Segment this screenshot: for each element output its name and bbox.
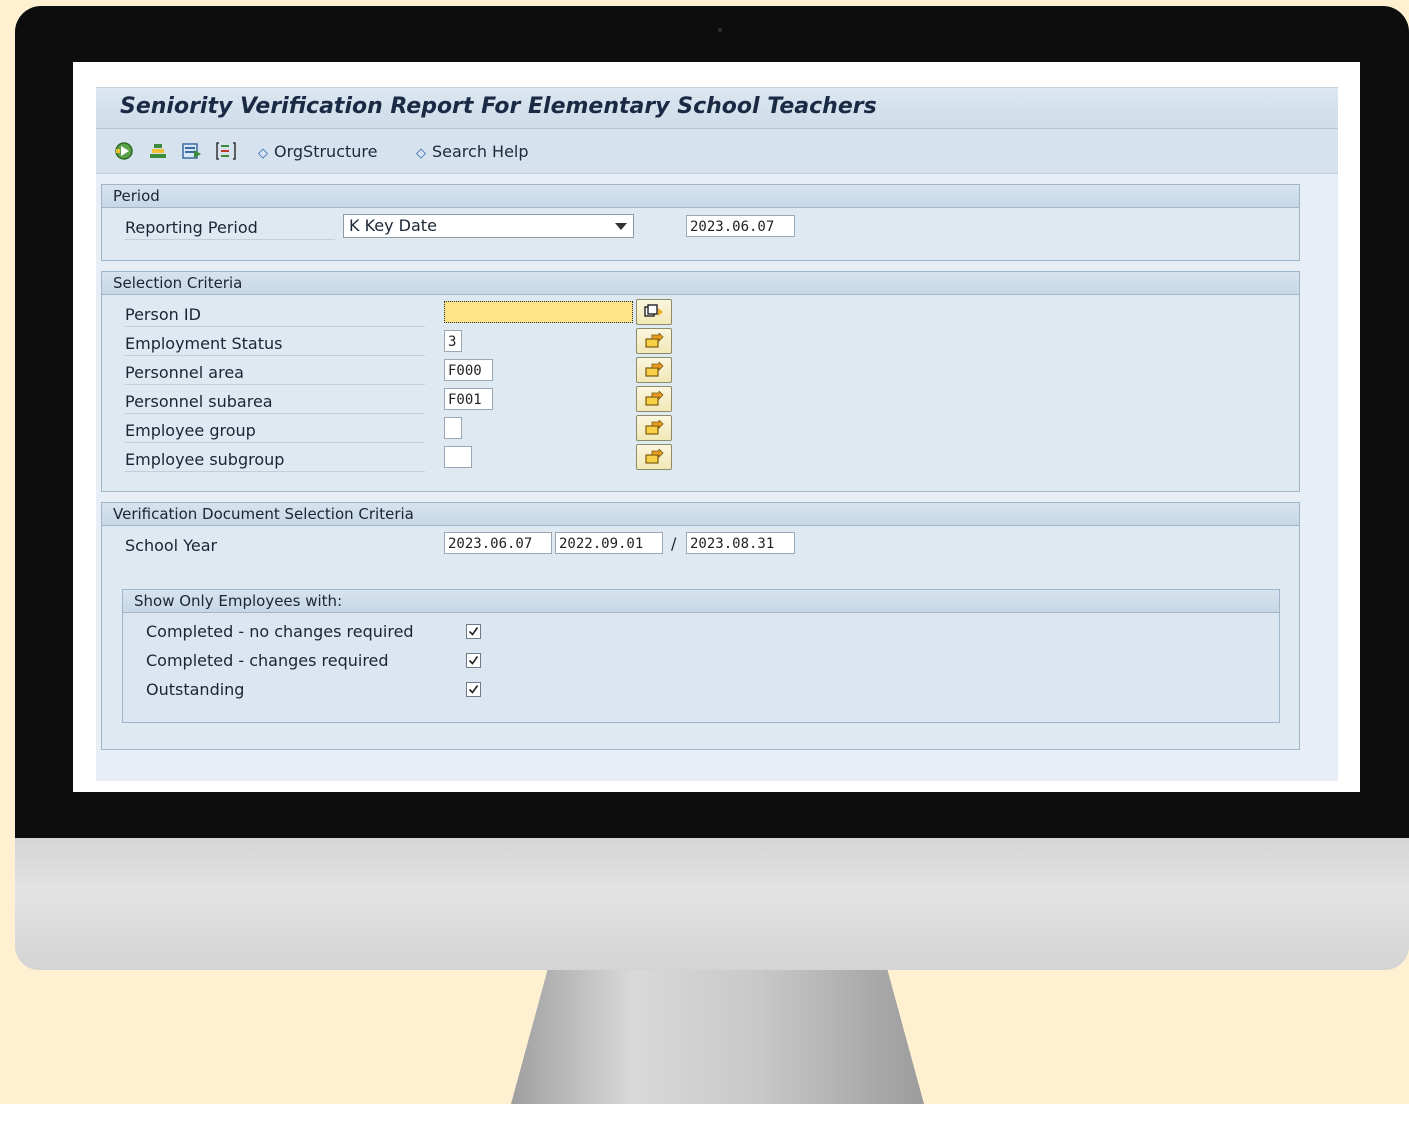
show-only-group: Show Only Employees with: Completed - no… (122, 589, 1280, 723)
multiple-selection-arrow-icon (645, 449, 664, 464)
employee-group-label: Employee group (125, 421, 425, 443)
employment-status-field[interactable]: 3 (444, 330, 462, 352)
selection-options-icon[interactable] (215, 140, 237, 162)
school-year-key-field[interactable]: 2023.06.07 (444, 532, 552, 554)
employment-status-label: Employment Status (125, 334, 425, 356)
reporting-period-label: Reporting Period (125, 218, 335, 240)
completed-changes-checkbox[interactable] (466, 653, 481, 668)
checkmark-icon (468, 656, 479, 665)
chevron-down-icon (615, 223, 627, 230)
checkmark-icon (468, 685, 479, 694)
diamond-icon: ◇ (258, 146, 268, 161)
completed-no-changes-label: Completed - no changes required (146, 622, 414, 641)
selection-criteria-group: Selection Criteria Person ID Employment … (101, 271, 1300, 492)
school-year-from-field[interactable]: 2022.09.01 (555, 532, 663, 554)
personnel-area-field[interactable]: F000 (444, 359, 493, 381)
monitor-chin (15, 838, 1409, 970)
monitor-stand (505, 970, 930, 1126)
selection-criteria-header: Selection Criteria (102, 272, 1299, 295)
period-group-header: Period (102, 185, 1299, 208)
show-only-header: Show Only Employees with: (123, 590, 1279, 613)
variants-icon[interactable] (147, 140, 169, 162)
multiple-selection-icon (644, 304, 663, 317)
camera-dot (718, 28, 722, 32)
reporting-period-dropdown[interactable]: K Key Date (343, 214, 634, 238)
person-id-label: Person ID (125, 305, 425, 327)
diamond-icon: ◇ (416, 146, 426, 161)
key-date-field[interactable]: 2023.06.07 (686, 215, 795, 237)
employment-status-multiple-selection-button[interactable] (636, 328, 672, 354)
school-year-label: School Year (125, 536, 218, 555)
employee-group-field[interactable] (444, 417, 462, 439)
multiple-selection-arrow-icon (645, 333, 664, 348)
completed-no-changes-checkbox[interactable] (466, 624, 481, 639)
reporting-period-value: K Key Date (349, 216, 437, 235)
employee-subgroup-label: Employee subgroup (125, 450, 425, 472)
get-variant-icon[interactable] (181, 140, 203, 162)
execute-icon[interactable] (113, 140, 135, 162)
multiple-selection-arrow-icon (645, 391, 664, 406)
personnel-area-multiple-selection-button[interactable] (636, 357, 672, 383)
personnel-subarea-multiple-selection-button[interactable] (636, 386, 672, 412)
completed-changes-label: Completed - changes required (146, 651, 389, 670)
checkmark-icon (468, 627, 479, 636)
search-help-label: Search Help (432, 142, 529, 161)
personnel-area-label: Personnel area (125, 363, 425, 385)
school-year-to-field[interactable]: 2023.08.31 (686, 532, 795, 554)
orgstructure-button[interactable]: ◇ OrgStructure (258, 142, 377, 161)
person-id-field[interactable] (444, 301, 633, 323)
date-range-separator: / (671, 534, 677, 553)
employee-subgroup-multiple-selection-button[interactable] (636, 444, 672, 470)
multiple-selection-arrow-icon (645, 362, 664, 377)
personnel-subarea-label: Personnel subarea (125, 392, 425, 414)
floor-strip (0, 1104, 1409, 1126)
title-bar: Seniority Verification Report For Elemen… (96, 88, 1338, 129)
sap-report-window: Seniority Verification Report For Elemen… (96, 87, 1338, 781)
page-title: Seniority Verification Report For Elemen… (120, 94, 877, 119)
employee-group-multiple-selection-button[interactable] (636, 415, 672, 441)
verification-criteria-header: Verification Document Selection Criteria (102, 503, 1299, 526)
orgstructure-label: OrgStructure (274, 142, 378, 161)
personnel-subarea-field[interactable]: F001 (444, 388, 493, 410)
period-group: Period Reporting Period K Key Date 2023.… (101, 184, 1300, 261)
monitor-screen: Seniority Verification Report For Elemen… (73, 62, 1360, 792)
person-id-multiple-selection-button[interactable] (636, 299, 672, 325)
outstanding-label: Outstanding (146, 680, 245, 699)
employee-subgroup-field[interactable] (444, 446, 472, 468)
multiple-selection-arrow-icon (645, 420, 664, 435)
search-help-button[interactable]: ◇ Search Help (416, 142, 529, 161)
outstanding-checkbox[interactable] (466, 682, 481, 697)
application-toolbar: ◇ OrgStructure ◇ Search Help (96, 129, 1338, 174)
verification-criteria-group: Verification Document Selection Criteria… (101, 502, 1300, 750)
